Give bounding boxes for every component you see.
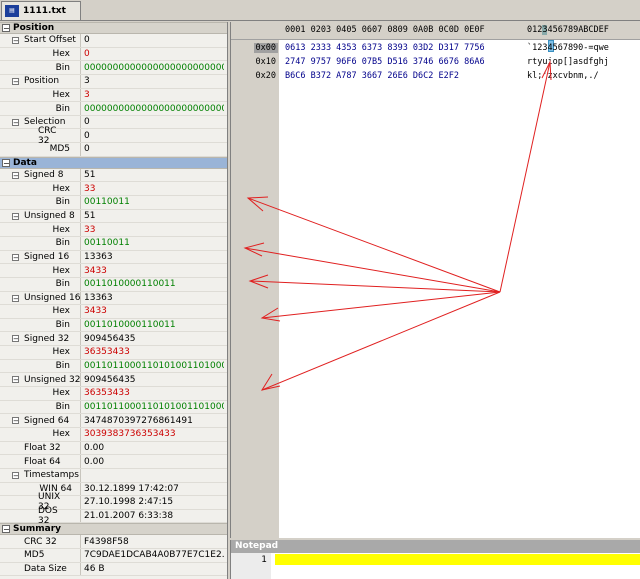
signed-16-row[interactable]: − Signed 16 13363 bbox=[0, 250, 227, 265]
signed-16-bin-row[interactable]: Bin 0011010000110011 bbox=[0, 277, 227, 292]
notepad-current-line[interactable] bbox=[275, 554, 640, 565]
timestamps-row[interactable]: − Timestamps bbox=[0, 468, 227, 483]
signed-32-row[interactable]: − Signed 32 909456435 bbox=[0, 332, 227, 347]
section-title: Data bbox=[13, 157, 37, 168]
offset-label: 0x10 bbox=[255, 57, 276, 67]
selection-crc-row[interactable]: CRC 32 0 bbox=[0, 126, 227, 146]
hex-row[interactable]: 2747 9757 96F6 07B5 D516 3746 6676 86A6 bbox=[285, 57, 485, 67]
signed-32-bin-row[interactable]: Bin00110110001101010011010000... bbox=[0, 359, 227, 374]
notepad-title: Notepad bbox=[231, 540, 640, 553]
ascii-row[interactable]: rtyuiop[]asdfghj bbox=[527, 57, 609, 67]
offset-column: 0x00 0x10 0x20 bbox=[231, 40, 279, 538]
signed-32-hex-row[interactable]: Hex 36353433 bbox=[0, 346, 227, 360]
selection-md5-row[interactable]: MD5 0 bbox=[0, 143, 227, 157]
offset-label: 0x00 bbox=[253, 43, 278, 53]
section-title: Position bbox=[13, 23, 55, 33]
unsigned-32-bin-row[interactable]: Bin00110110001101010011010000... bbox=[0, 400, 227, 415]
ascii-row[interactable]: kl;'zxcvbnm,./ bbox=[527, 71, 599, 81]
file-icon: ▤ bbox=[5, 5, 19, 17]
hex-column-header: 0001 0203 0405 0607 0809 0A0B 0C0D 0E0F … bbox=[231, 22, 640, 40]
unsigned-8-bin-row[interactable]: Bin 00110011 bbox=[0, 236, 227, 251]
unsigned-32-hex-row[interactable]: Hex 36353433 bbox=[0, 387, 227, 401]
collapse-icon[interactable]: − bbox=[12, 335, 19, 343]
unsigned-16-hex-row[interactable]: Hex 3433 bbox=[0, 305, 227, 319]
line-number-gutter: 1 bbox=[231, 553, 271, 579]
collapse-icon[interactable]: − bbox=[2, 525, 10, 534]
unsigned-8-row[interactable]: − Unsigned 8 51 bbox=[0, 209, 227, 224]
summary-md5-row[interactable]: MD5 7C9DAE1DCAB4A0B77E7C1E2... bbox=[0, 549, 227, 563]
line-number: 1 bbox=[261, 555, 267, 565]
offset-label: 0x20 bbox=[255, 71, 276, 81]
unsigned-16-bin-row[interactable]: Bin 0011010000110011 bbox=[0, 318, 227, 333]
section-position[interactable]: − Position bbox=[0, 22, 227, 34]
collapse-icon[interactable]: − bbox=[12, 77, 19, 85]
ascii-row[interactable]: `1234567890-=qwe bbox=[527, 43, 609, 53]
collapse-icon[interactable]: − bbox=[12, 417, 19, 425]
float-64-row[interactable]: Float 64 0.00 bbox=[0, 455, 227, 469]
collapse-icon[interactable]: − bbox=[2, 24, 10, 33]
hex-row[interactable]: B6C6 B372 A787 3667 26E6 D6C2 E2F2 bbox=[285, 71, 459, 81]
start-offset-row[interactable]: − Start Offset 0 bbox=[0, 34, 227, 48]
signed-8-bin-row[interactable]: Bin 00110011 bbox=[0, 196, 227, 210]
hex-row[interactable]: 0613 2333 4353 6373 8393 03D2 D317 7756 bbox=[285, 43, 485, 53]
collapse-icon[interactable]: − bbox=[12, 253, 19, 261]
file-tab-label: 1111.txt bbox=[23, 6, 66, 16]
collapse-icon[interactable]: − bbox=[12, 471, 19, 479]
signed-16-hex-row[interactable]: Hex 3433 bbox=[0, 264, 227, 278]
tab-bar: ▤ 1111.txt bbox=[0, 0, 640, 21]
timestamp-dos32-row[interactable]: DOS 32 21.01.2007 6:33:38 bbox=[0, 506, 227, 526]
start-offset-bin-row[interactable]: Bin00000000000000000000000000... bbox=[0, 61, 227, 75]
collapse-icon[interactable]: − bbox=[12, 294, 19, 302]
selection-row[interactable]: − Selection 0 bbox=[0, 115, 227, 130]
position-hex-row[interactable]: Hex 3 bbox=[0, 88, 227, 103]
collapse-icon[interactable]: − bbox=[12, 171, 19, 179]
unsigned-16-row[interactable]: − Unsigned 16 13363 bbox=[0, 291, 227, 306]
timestamp-unix32-row[interactable]: UNIX 32 27.10.1998 2:47:15 bbox=[0, 492, 227, 512]
collapse-icon[interactable]: − bbox=[2, 158, 10, 167]
signed-8-row[interactable]: − Signed 8 51 bbox=[0, 168, 227, 183]
section-data[interactable]: − Data bbox=[0, 156, 227, 169]
ascii-header: 0123456789ABCDEF bbox=[527, 25, 609, 35]
collapse-icon[interactable]: − bbox=[12, 118, 19, 126]
unsigned-8-hex-row[interactable]: Hex 33 bbox=[0, 223, 227, 237]
summary-size-row[interactable]: Data Size 46 B bbox=[0, 562, 227, 577]
unsigned-32-row[interactable]: − Unsigned 32 909456435 bbox=[0, 373, 227, 388]
collapse-icon[interactable]: − bbox=[12, 212, 19, 220]
signed-64-row[interactable]: − Signed 64 3474870397276861491 bbox=[0, 414, 227, 428]
hex-editor-view[interactable]: 0001 0203 0405 0607 0809 0A0B 0C0D 0E0F … bbox=[230, 22, 640, 538]
hex-header-columns: 0001 0203 0405 0607 0809 0A0B 0C0D 0E0F bbox=[285, 25, 485, 35]
summary-crc-row[interactable]: CRC 32 F4398F58 bbox=[0, 535, 227, 550]
file-tab[interactable]: ▤ 1111.txt bbox=[1, 1, 81, 20]
signed-8-hex-row[interactable]: Hex 33 bbox=[0, 182, 227, 197]
data-inspector-panel: − Position − Start Offset 0 Hex 0 Bin 000000… bbox=[0, 22, 228, 579]
start-offset-hex-row[interactable]: Hex 0 bbox=[0, 47, 227, 62]
position-bin-row[interactable]: Bin00000000000000000000000000... bbox=[0, 102, 227, 116]
notepad-panel: Notepad 1 bbox=[230, 540, 640, 579]
timestamp-win64-row[interactable]: WIN 64 30.12.1899 17:42:07 bbox=[0, 482, 227, 497]
float-32-row[interactable]: Float 32 0.00 bbox=[0, 441, 227, 456]
section-summary[interactable]: − Summary bbox=[0, 523, 227, 536]
collapse-icon[interactable]: − bbox=[12, 37, 19, 45]
signed-64-hex-row[interactable]: Hex 3039383736353433 bbox=[0, 427, 227, 442]
position-row[interactable]: − Position 3 bbox=[0, 74, 227, 89]
collapse-icon[interactable]: − bbox=[12, 376, 19, 384]
